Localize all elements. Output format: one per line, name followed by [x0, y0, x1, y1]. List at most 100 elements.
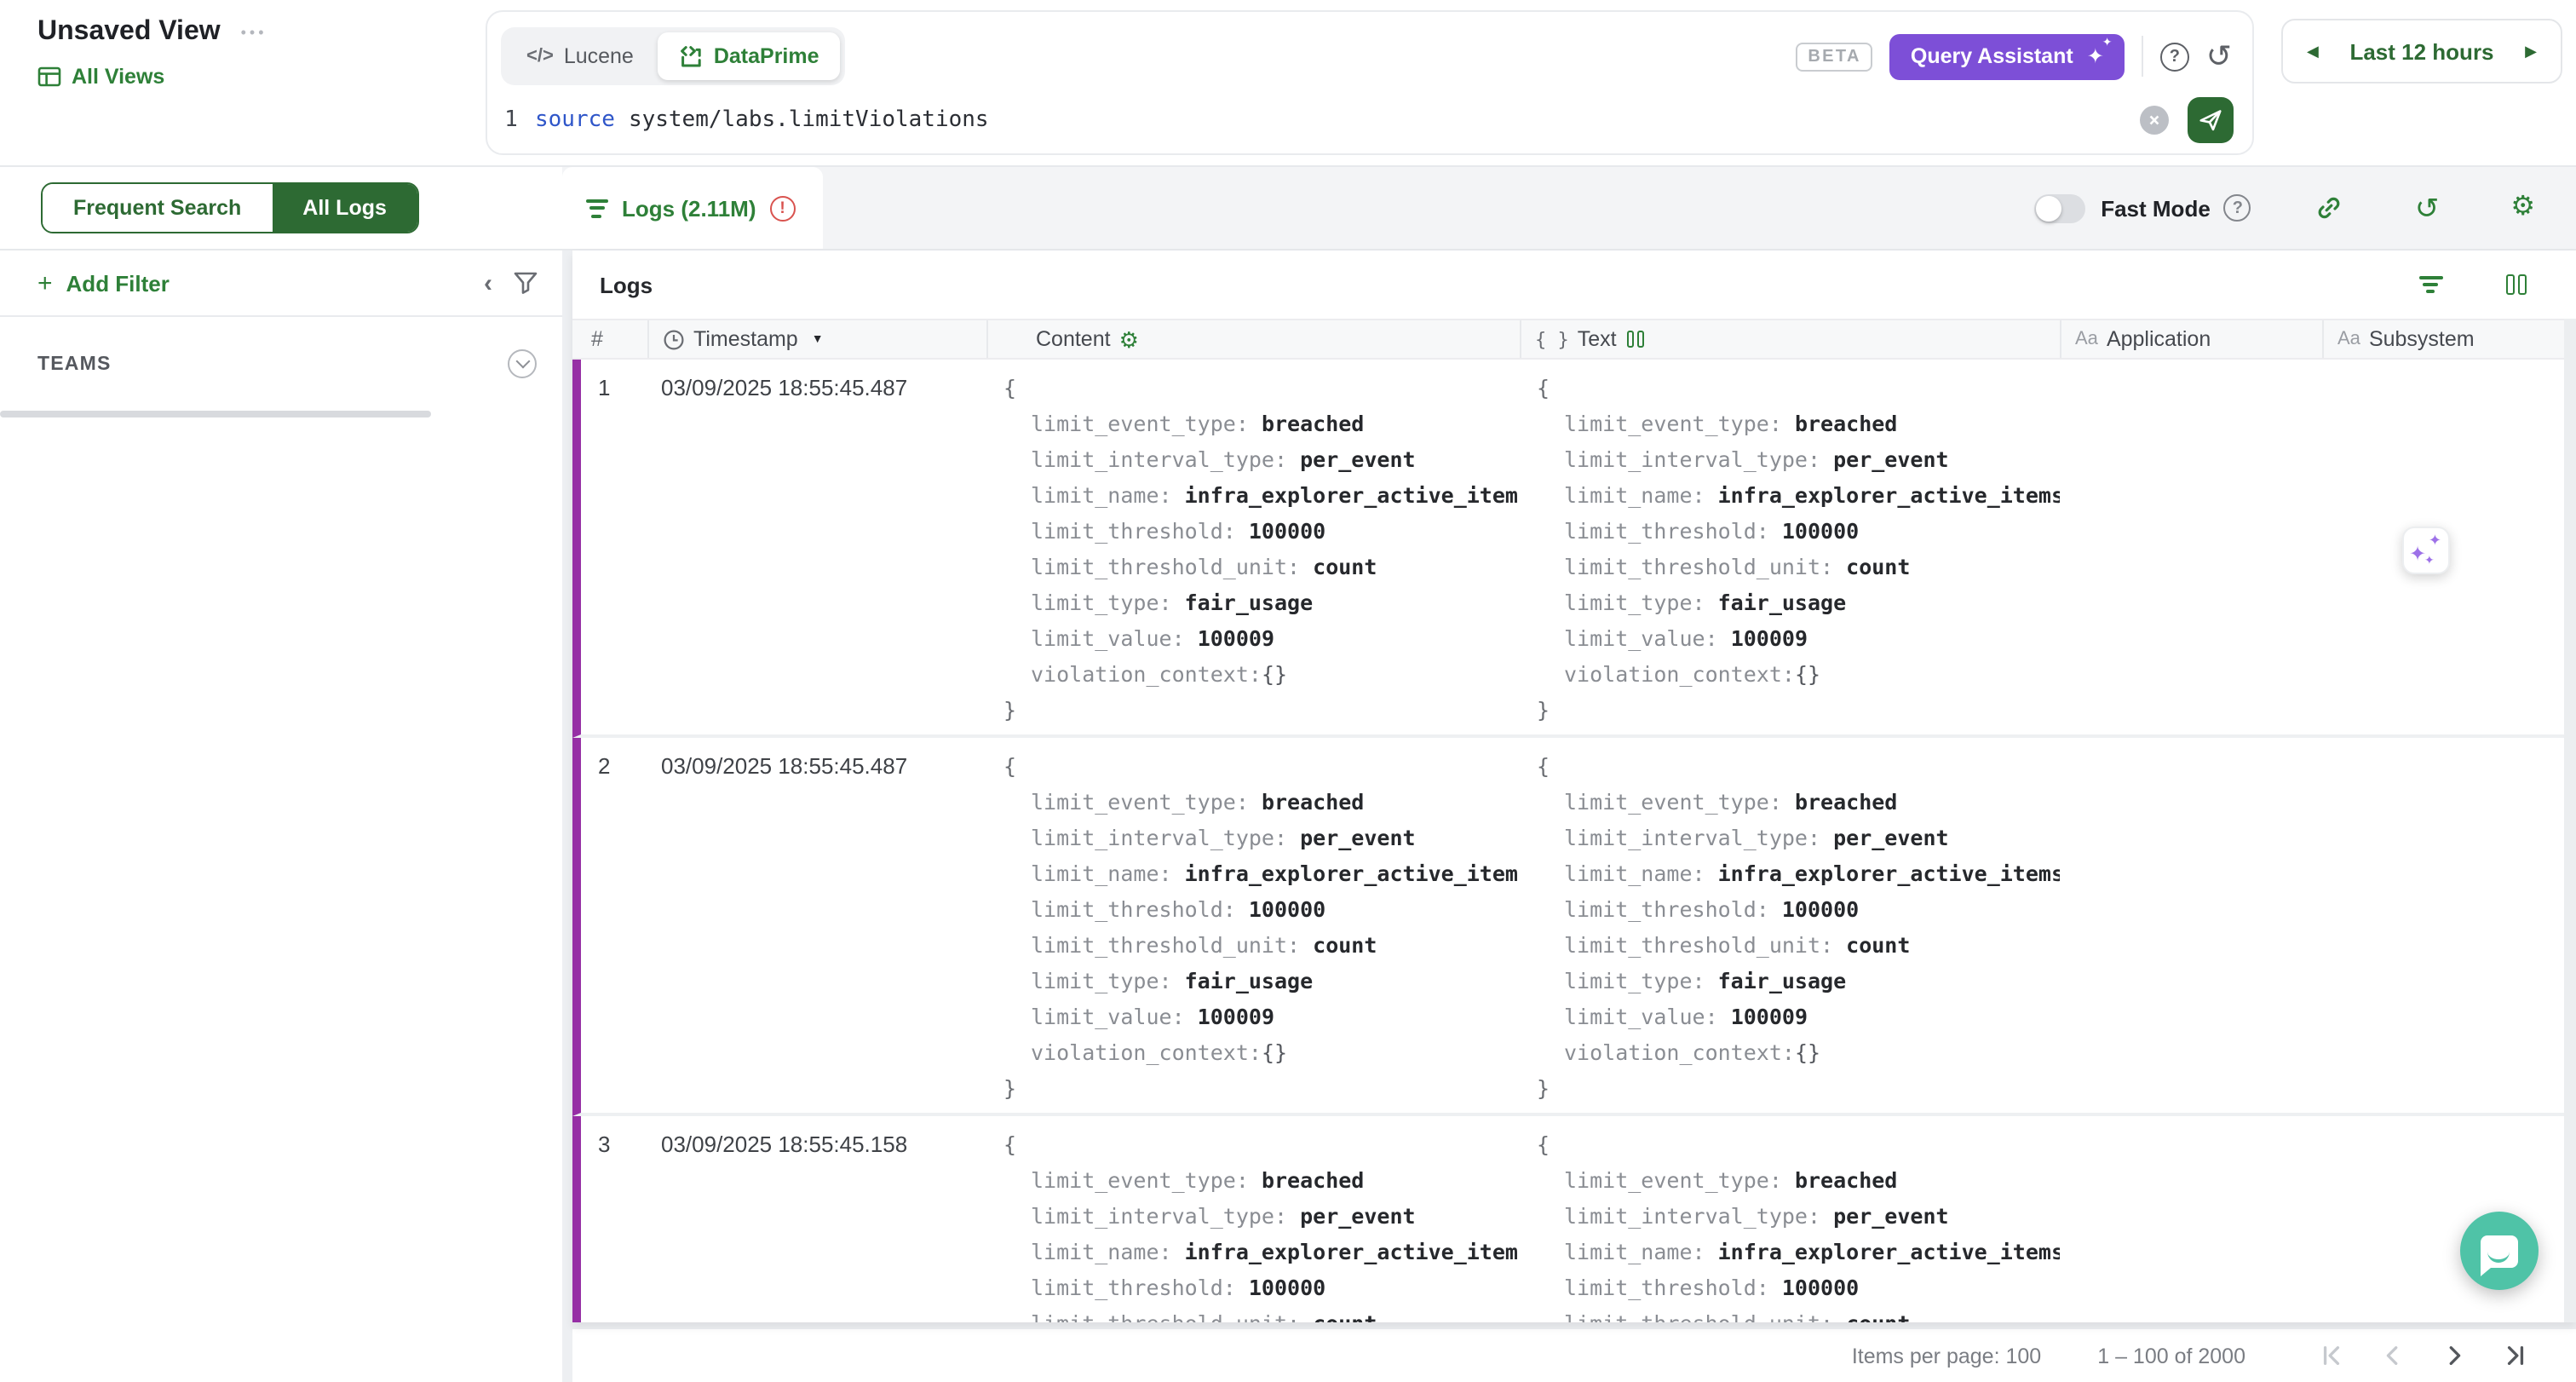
tab-strip: Frequent Search All Logs Logs (2.11M) ! … — [0, 167, 2576, 250]
log-row[interactable]: 1 03/09/2025 18:55:45.487 {limit_event_t… — [572, 360, 2576, 738]
tab-frequent-search[interactable]: Frequent Search — [43, 184, 272, 232]
all-views-link[interactable]: All Views — [37, 65, 267, 89]
clear-query-icon[interactable]: × — [2140, 105, 2169, 134]
time-range-label: Last 12 hours — [2349, 38, 2493, 64]
content-settings-icon[interactable]: ⚙ — [1119, 328, 1139, 350]
time-range-picker[interactable]: ◀ Last 12 hours ▶ — [2281, 19, 2562, 83]
chat-widget-button[interactable] — [2460, 1212, 2539, 1290]
help-icon[interactable]: ? — [2160, 42, 2189, 71]
query-text: system/labs.limitViolations — [629, 107, 989, 132]
row-text-json[interactable]: {limit_event_type: breachedlimit_interva… — [1520, 360, 2060, 734]
log-row[interactable]: 2 03/09/2025 18:55:45.487 {limit_event_t… — [572, 738, 2576, 1116]
tab-logs[interactable]: Logs (2.11M) ! — [562, 167, 823, 249]
row-timestamp: 03/09/2025 18:55:45.158 — [647, 1116, 986, 1322]
row-content-json[interactable]: {limit_event_type: breachedlimit_interva… — [986, 360, 1520, 734]
row-text-json[interactable]: {limit_event_type: breachedlimit_interva… — [1520, 738, 2060, 1113]
logs-panel: Logs # Timestamp ▼ Content ⚙ — [572, 250, 2576, 1322]
collapse-sidebar-icon[interactable]: ‹ — [484, 270, 492, 296]
table-body: 1 03/09/2025 18:55:45.487 {limit_event_t… — [572, 360, 2576, 1322]
all-views-label: All Views — [72, 65, 164, 89]
run-query-button[interactable] — [2188, 96, 2234, 142]
fast-mode-help-icon[interactable]: ? — [2224, 194, 2251, 222]
fast-mode-label: Fast Mode — [2101, 195, 2211, 221]
column-header-subsystem[interactable]: Aa Subsystem — [2322, 320, 2576, 358]
chat-bubble-icon — [2481, 1235, 2518, 1267]
tab-lucene-label: Lucene — [564, 44, 634, 68]
ai-row-action-button[interactable]: ✦ ✦ ✦ — [2402, 527, 2450, 574]
column-header-application[interactable]: Aa Application — [2060, 320, 2322, 358]
row-index: 3 — [581, 1116, 647, 1322]
row-content-json[interactable]: {limit_event_type: breachedlimit_interva… — [986, 738, 1520, 1113]
plus-icon: + — [37, 270, 53, 296]
row-density-icon[interactable] — [2419, 271, 2443, 298]
next-page-icon[interactable] — [2443, 1345, 2465, 1367]
row-timestamp: 03/09/2025 18:55:45.487 — [647, 360, 986, 734]
view-title: Unsaved View — [37, 17, 221, 48]
view-info: Unsaved View ••• All Views — [37, 17, 267, 89]
tab-all-logs[interactable]: All Logs — [272, 184, 417, 232]
query-keyword: source — [535, 107, 615, 132]
table-scrollbar[interactable] — [2564, 319, 2576, 1322]
column-header-text[interactable]: { } Text — [1520, 320, 2060, 358]
divider — [2142, 36, 2143, 77]
search-mode-toggle: Frequent Search All Logs — [41, 182, 419, 233]
aa-icon: Aa — [2075, 329, 2098, 349]
view-menu-icon[interactable]: ••• — [241, 24, 267, 41]
row-timestamp: 03/09/2025 18:55:45.487 — [647, 738, 986, 1113]
column-header-timestamp[interactable]: Timestamp ▼ — [647, 320, 986, 358]
row-application — [2060, 360, 2322, 734]
time-forward-icon[interactable]: ▶ — [2525, 42, 2537, 60]
previous-page-icon[interactable] — [2382, 1345, 2404, 1367]
logs-list-icon — [586, 194, 608, 222]
fast-mode-toggle[interactable] — [2034, 193, 2085, 222]
toggle-knob — [2036, 195, 2061, 221]
content: + Add Filter ‹ TEAMS Logs — [0, 250, 2576, 1382]
query-input[interactable]: 1 source system/labs.limitViolations × — [487, 87, 2252, 152]
time-back-icon[interactable]: ◀ — [2307, 42, 2319, 60]
column-header-index[interactable]: # — [572, 320, 647, 358]
app: Unsaved View ••• All Views </> Lucene Da… — [0, 0, 2576, 1382]
column-header-content[interactable]: Content ⚙ — [986, 320, 1520, 358]
code-icon: </> — [526, 46, 554, 66]
add-filter-label: Add Filter — [66, 270, 170, 296]
alert-icon: ! — [770, 195, 796, 221]
teams-section[interactable]: TEAMS — [0, 317, 562, 411]
aa-icon: Aa — [2337, 329, 2360, 349]
logs-main: Logs # Timestamp ▼ Content ⚙ — [572, 250, 2576, 1382]
row-index: 1 — [581, 360, 647, 734]
sidebar-scrollbar[interactable] — [0, 411, 431, 417]
tab-dataprime[interactable]: DataPrime — [658, 32, 840, 80]
settings-icon[interactable]: ⚙ — [2510, 194, 2535, 222]
table-icon — [37, 66, 61, 87]
send-icon — [2198, 107, 2223, 132]
table-header: # Timestamp ▼ Content ⚙ { } Text — [572, 319, 2576, 360]
dataprime-icon — [678, 43, 704, 69]
share-link-icon[interactable] — [2316, 194, 2343, 222]
query-card: </> Lucene DataPrime BETA Query Assistan… — [486, 10, 2254, 155]
sort-desc-icon[interactable]: ▼ — [812, 333, 824, 345]
last-page-icon[interactable] — [2504, 1345, 2527, 1367]
page-range-label: 1 – 100 of 2000 — [2097, 1344, 2245, 1368]
query-assistant-label: Query Assistant — [1911, 44, 2073, 68]
add-filter-button[interactable]: + Add Filter — [37, 270, 170, 296]
query-assistant-button[interactable]: Query Assistant ✦✦ — [1890, 33, 2125, 79]
sparkles-icon: ✦✦ — [2087, 46, 2104, 66]
query-language-switch: </> Lucene DataPrime — [501, 27, 845, 85]
columns-layout-icon[interactable] — [2504, 274, 2528, 295]
row-application — [2060, 738, 2322, 1113]
braces-icon: { } — [1535, 328, 1569, 350]
row-text-json[interactable]: {limit_event_type: breachedlimit_interva… — [1520, 1116, 2060, 1322]
first-page-icon[interactable] — [2320, 1345, 2343, 1367]
filter-icon[interactable] — [513, 271, 538, 295]
log-row[interactable]: 3 03/09/2025 18:55:45.158 {limit_event_t… — [572, 1116, 2576, 1322]
expand-teams-icon[interactable] — [508, 349, 537, 378]
beta-badge: BETA — [1796, 42, 1873, 71]
row-content-json[interactable]: {limit_event_type: breachedlimit_interva… — [986, 1116, 1520, 1322]
tab-lucene[interactable]: </> Lucene — [506, 32, 654, 80]
reset-icon[interactable]: ↺ — [2415, 193, 2440, 222]
line-number: 1 — [487, 107, 535, 132]
text-columns-icon[interactable] — [1625, 331, 1646, 348]
filters-sidebar: + Add Filter ‹ TEAMS — [0, 250, 562, 1382]
query-history-icon[interactable]: ↺ — [2206, 41, 2232, 72]
items-per-page[interactable]: Items per page: 100 — [1852, 1344, 2041, 1368]
